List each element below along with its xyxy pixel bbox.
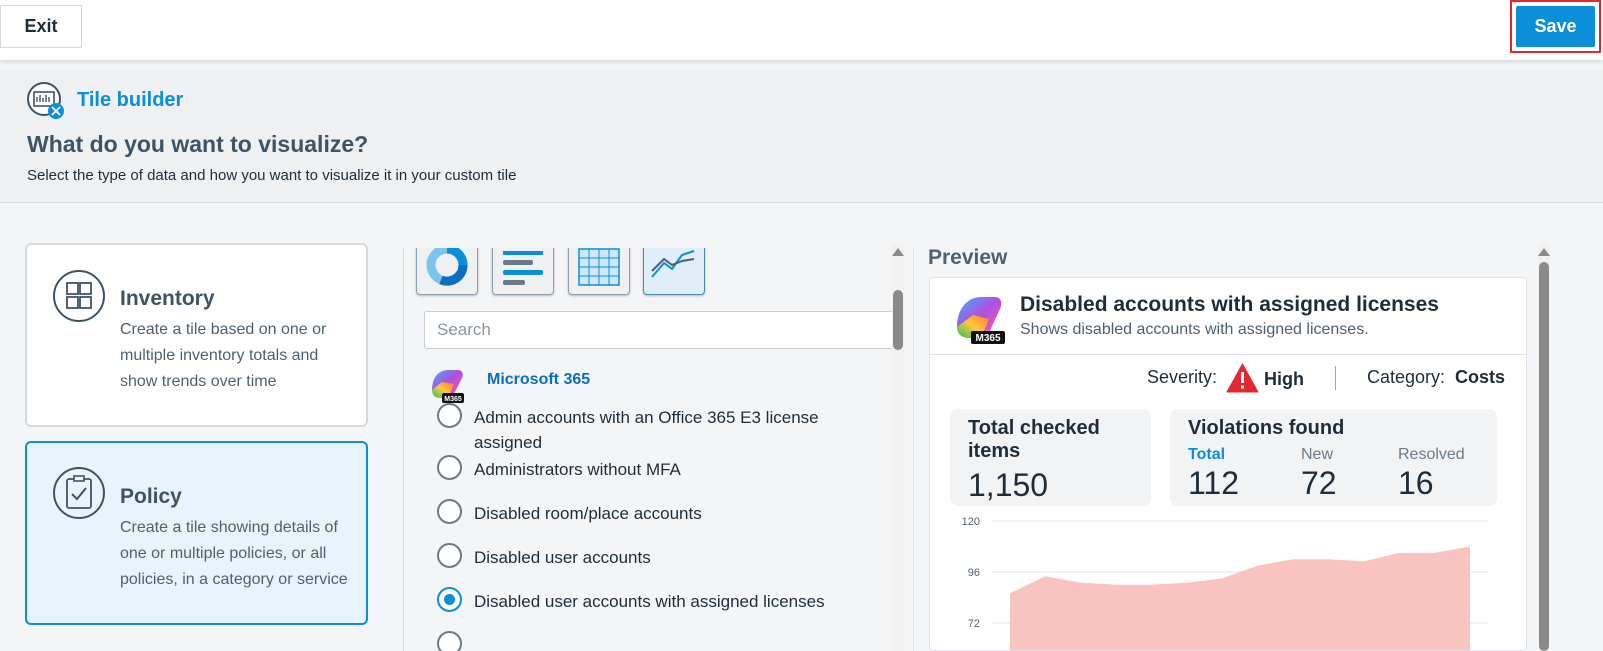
policy-selection-panel: M365 Microsoft 365 Admin accounts with a… xyxy=(403,248,914,651)
inventory-title: Inventory xyxy=(120,287,215,310)
violations-total-label: Total xyxy=(1188,446,1226,463)
policy-option-selected[interactable]: Disabled user accounts with assigned lic… xyxy=(437,587,849,614)
violations-trend-chart: 120 96 72 xyxy=(962,516,1488,650)
service-name: Microsoft 365 xyxy=(487,371,591,388)
data-type-card-inventory[interactable]: Inventory Create a tile based on one or … xyxy=(25,243,368,427)
table-icon xyxy=(578,248,620,286)
policy-option-label: Admin accounts with an Office 365 E3 lic… xyxy=(474,408,819,452)
save-button[interactable]: Save xyxy=(1516,6,1595,47)
inventory-icon xyxy=(53,270,105,322)
total-checked-stat: Total checked items 1,150 xyxy=(950,409,1151,506)
violations-label: Violations found xyxy=(1188,417,1345,439)
total-checked-label: Total checked items xyxy=(968,417,1100,462)
policy-option[interactable] xyxy=(437,631,474,651)
total-checked-value: 1,150 xyxy=(968,467,1049,503)
violations-resolved-label: Resolved xyxy=(1398,446,1465,463)
policy-description: Create a tile showing details of one or … xyxy=(120,519,348,588)
divider xyxy=(930,354,1526,355)
page-title: What do you want to visualize? xyxy=(27,131,369,157)
save-button-highlight: Save xyxy=(1510,0,1601,53)
violations-resolved-value: 16 xyxy=(1398,465,1434,501)
preview-tile: M365 Disabled accounts with assigned lic… xyxy=(929,277,1527,651)
violations-area-series xyxy=(1010,546,1470,650)
vis-option-table[interactable] xyxy=(568,248,630,295)
category-label: Category: xyxy=(1367,367,1446,387)
scroll-up-arrow-icon[interactable] xyxy=(892,248,904,256)
scrollbar-thumb[interactable] xyxy=(1539,262,1549,651)
y-tick-label: 96 xyxy=(968,567,980,579)
policy-icon xyxy=(53,467,105,519)
radio-button[interactable] xyxy=(437,543,462,568)
svg-text:M365: M365 xyxy=(975,333,1000,344)
vis-option-line[interactable] xyxy=(643,248,705,295)
vis-option-bar[interactable] xyxy=(492,248,554,295)
preview-tile-title: Disabled accounts with assigned licenses xyxy=(1020,293,1439,316)
category-value: Costs xyxy=(1455,367,1506,387)
vis-option-donut[interactable] xyxy=(416,248,478,295)
inventory-description: Create a tile based on one or multiple i… xyxy=(120,321,327,390)
policy-option-label: Disabled room/place accounts xyxy=(474,504,702,523)
violations-total-value: 112 xyxy=(1188,465,1240,501)
top-bar: Exit Save xyxy=(0,0,1603,60)
radio-button[interactable] xyxy=(437,631,462,651)
tile-builder-title: Tile builder xyxy=(77,89,184,111)
preview-tile-subtitle: Shows disabled accounts with assigned li… xyxy=(1020,321,1369,338)
microsoft-365-icon: M365 xyxy=(957,297,1005,344)
policy-option[interactable]: Administrators without MFA xyxy=(437,455,849,482)
y-tick-label: 72 xyxy=(968,618,980,630)
policy-title: Policy xyxy=(120,485,182,508)
divider xyxy=(1335,366,1336,390)
severity-value: High xyxy=(1264,369,1304,389)
donut-chart-icon xyxy=(426,248,468,286)
radio-button[interactable] xyxy=(437,455,462,480)
policy-search-input[interactable] xyxy=(424,311,894,349)
preview-heading: Preview xyxy=(928,246,1008,269)
exit-button[interactable]: Exit xyxy=(0,5,82,48)
radio-button[interactable] xyxy=(437,403,462,428)
policy-option-label: Disabled user accounts with assigned lic… xyxy=(474,592,825,611)
radio-button[interactable] xyxy=(437,499,462,524)
page-header: Tile builder What do you want to visuali… xyxy=(0,69,1603,203)
policy-option[interactable]: Disabled room/place accounts xyxy=(437,499,849,526)
data-type-card-policy[interactable]: Policy Create a tile showing details of … xyxy=(25,441,368,625)
violations-new-value: 72 xyxy=(1301,465,1337,501)
severity-label: Severity: xyxy=(1147,367,1218,387)
scrollbar-thumb[interactable] xyxy=(893,290,903,350)
y-tick-label: 120 xyxy=(962,516,980,528)
violations-stat: Violations found Total 112 New 72 Resolv… xyxy=(1170,409,1497,506)
policy-option[interactable]: Disabled user accounts xyxy=(437,543,849,570)
bar-list-icon xyxy=(503,251,543,285)
warning-triangle-icon xyxy=(1226,363,1259,393)
violations-new-label: New xyxy=(1301,446,1334,463)
tile-builder-icon xyxy=(27,82,64,119)
policy-option-label: Disabled user accounts xyxy=(474,548,651,567)
preview-scrollbar[interactable] xyxy=(1538,244,1550,651)
scroll-up-arrow-icon[interactable] xyxy=(1538,248,1550,256)
policy-option-label: Administrators without MFA xyxy=(474,460,681,479)
radio-button-selected[interactable] xyxy=(437,587,462,612)
microsoft-365-icon: M365 xyxy=(432,370,464,403)
policy-option[interactable]: Admin accounts with an Office 365 E3 lic… xyxy=(437,403,849,455)
policy-list-scrollbar[interactable] xyxy=(892,244,904,651)
line-chart-icon xyxy=(651,250,695,278)
page-subtitle: Select the type of data and how you want… xyxy=(27,167,517,184)
svg-text:M365: M365 xyxy=(444,396,462,403)
